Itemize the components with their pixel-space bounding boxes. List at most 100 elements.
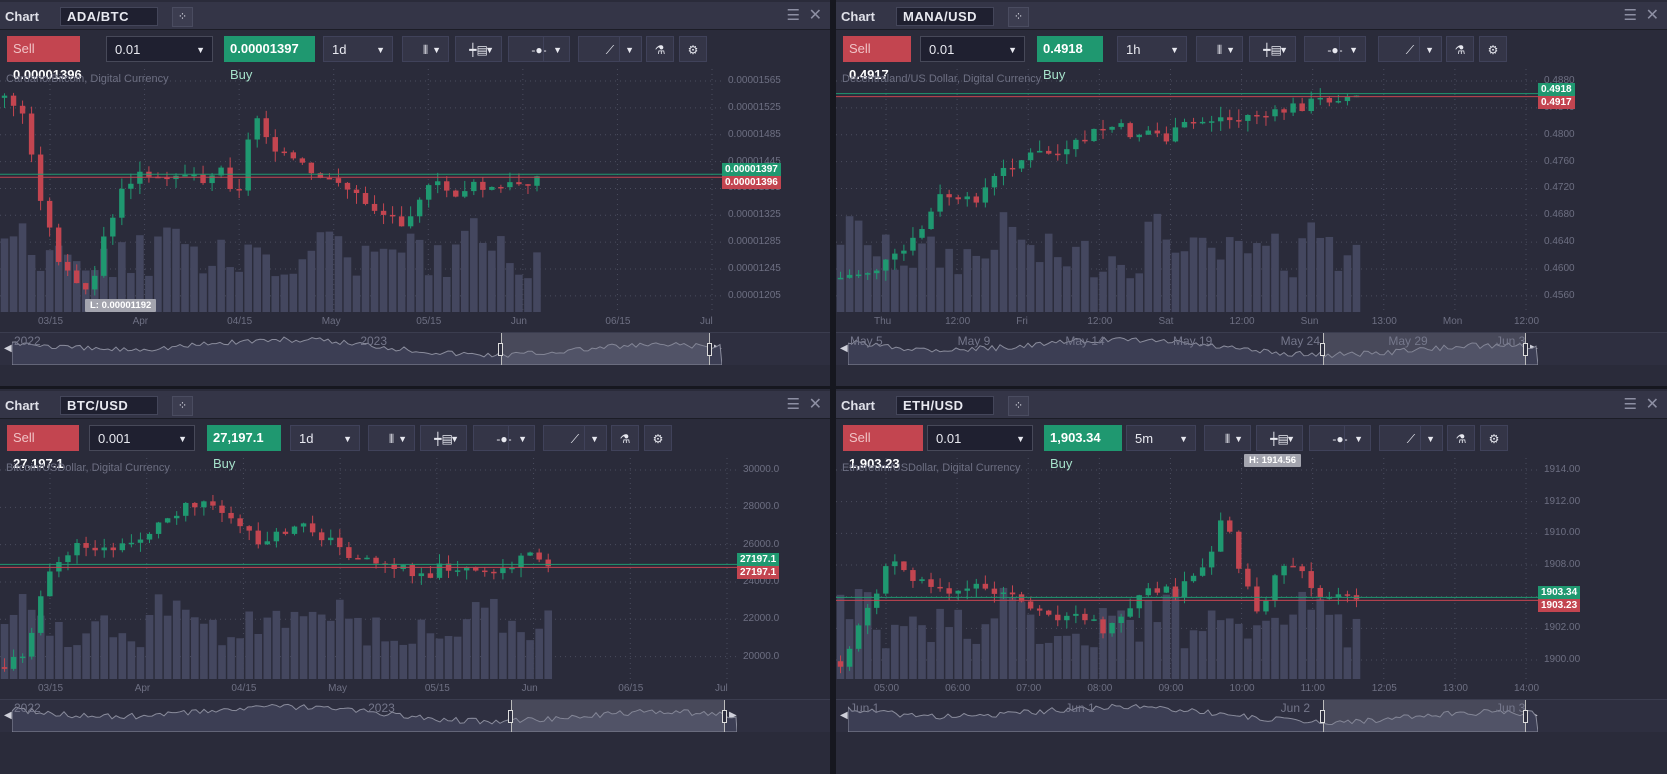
navigator-handle[interactable] <box>498 343 503 356</box>
timeline-button[interactable]: -●- ▼ <box>1309 425 1371 451</box>
studies-button[interactable]: ⚗ <box>646 36 674 62</box>
volume-bar <box>100 615 109 679</box>
volume-bar <box>289 273 298 312</box>
nav-scroll-left-icon[interactable]: ◀ <box>4 710 12 721</box>
sell-button[interactable]: Sell 1,903.23 <box>843 425 923 471</box>
drawing-tool-button[interactable]: ⟋ ▼ <box>1378 36 1442 62</box>
candle-body <box>444 181 450 191</box>
drawing-tool-button[interactable]: ⟋ ▼ <box>1379 425 1443 451</box>
navigator-handle[interactable] <box>1523 343 1528 356</box>
indicators-button[interactable]: ┿▤ ▼ <box>420 425 467 451</box>
timeline-button[interactable]: -●- ▼ <box>1304 36 1366 62</box>
close-icon[interactable]: ✕ <box>809 7 822 25</box>
settings-button[interactable]: ⚙ <box>644 425 672 451</box>
candle-body <box>489 186 495 190</box>
chart-type-button[interactable]: ⫴ ▼ <box>368 425 415 451</box>
chart-type-button[interactable]: ⫴ ▼ <box>402 36 449 62</box>
navigator-window[interactable] <box>501 333 710 365</box>
timeframe-select[interactable]: 5m ▼ <box>1126 425 1196 451</box>
close-icon[interactable]: ✕ <box>1646 7 1659 25</box>
navigator-handle[interactable] <box>1320 343 1325 356</box>
link-group-icon[interactable]: ⁘ <box>172 396 193 416</box>
close-icon[interactable]: ✕ <box>1646 396 1659 414</box>
quantity-select[interactable]: 0.01 ▼ <box>927 425 1033 451</box>
instrument-description: Bitcoin/USDollar, Digital Currency <box>6 462 170 474</box>
sell-label: Sell <box>849 41 871 56</box>
symbol-input[interactable]: ADA/BTC <box>60 7 158 26</box>
indicators-button[interactable]: ┿▤ ▼ <box>1256 425 1303 451</box>
indicators-button[interactable]: ┿▤ ▼ <box>455 36 502 62</box>
volume-bar <box>1072 633 1080 679</box>
chart-area[interactable]: Ethereum/USDollar, Digital Currency 1914… <box>836 454 1667 774</box>
chart-area[interactable]: Bitcoin/USDollar, Digital Currency 30000… <box>0 458 830 774</box>
time-navigator[interactable]: ◀▶May 5May 9May 14May 19May 24May 29Jun … <box>836 332 1667 365</box>
link-group-icon[interactable]: ⁘ <box>172 7 193 27</box>
studies-button[interactable]: ⚗ <box>1447 425 1475 451</box>
x-axis-label: Sat <box>1158 316 1174 327</box>
panel-toolbar: Sell 27,197.1 0.001 ▼ 27,197.1 Buy 1d ▼ ⫴ ▼… <box>0 420 830 471</box>
volume-bar <box>544 610 553 679</box>
timeframe-select[interactable]: 1d ▼ <box>323 36 393 62</box>
volume-bar <box>281 627 290 679</box>
hamburger-icon[interactable]: ☰ <box>1624 397 1637 413</box>
settings-button[interactable]: ⚙ <box>1480 425 1508 451</box>
quantity-select[interactable]: 0.01 ▼ <box>920 36 1025 62</box>
volume-bar <box>999 212 1008 312</box>
studies-button[interactable]: ⚗ <box>611 425 639 451</box>
candle-body <box>1281 565 1287 576</box>
chart-area[interactable]: Decentraland/US Dollar, Digital Currency… <box>836 69 1667 386</box>
nav-scroll-left-icon[interactable]: ◀ <box>840 710 848 721</box>
quantity-select[interactable]: 0.001 ▼ <box>89 425 195 451</box>
hamburger-icon[interactable]: ☰ <box>1624 8 1637 24</box>
volume-bar <box>354 617 362 679</box>
close-icon[interactable]: ✕ <box>809 396 822 414</box>
navigator-handle[interactable] <box>508 710 513 723</box>
symbol-input[interactable]: BTC/USD <box>60 396 158 415</box>
navigator-handle[interactable] <box>1320 710 1325 723</box>
drawing-tool-button[interactable]: ⟋ ▼ <box>543 425 607 451</box>
hamburger-icon[interactable]: ☰ <box>787 8 800 24</box>
volume-bar <box>109 637 118 679</box>
symbol-input[interactable]: ETH/USD <box>896 396 994 415</box>
navigator-handle[interactable] <box>707 343 712 356</box>
gear-icon: ⚙ <box>687 43 699 57</box>
volume-bar <box>945 627 953 679</box>
hamburger-icon[interactable]: ☰ <box>787 397 800 413</box>
time-navigator[interactable]: ◀▶20222023 <box>0 699 830 732</box>
buy-button[interactable]: 0.4918 Buy <box>1037 36 1103 82</box>
link-group-icon[interactable]: ⁘ <box>1008 396 1029 416</box>
settings-button[interactable]: ⚙ <box>1479 36 1507 62</box>
timeframe-select[interactable]: 1h ▼ <box>1117 36 1187 62</box>
navigator-window[interactable] <box>1323 333 1526 365</box>
sell-button[interactable]: Sell 0.4917 <box>843 36 911 82</box>
symbol-input[interactable]: MANA/USD <box>896 7 994 26</box>
volume-bar <box>1334 614 1343 679</box>
timeline-button[interactable]: -●- ▼ <box>508 36 570 62</box>
nav-scroll-left-icon[interactable]: ◀ <box>840 343 848 354</box>
drawing-tool-button[interactable]: ⟋ ▼ <box>578 36 642 62</box>
navigator-window[interactable] <box>511 700 725 732</box>
sell-button[interactable]: Sell 0.00001396 <box>7 36 82 82</box>
nav-scroll-left-icon[interactable]: ◀ <box>4 343 12 354</box>
navigator-handle[interactable] <box>722 710 727 723</box>
quantity-select[interactable]: 0.01 ▼ <box>106 36 213 62</box>
studies-button[interactable]: ⚗ <box>1446 36 1474 62</box>
chart-type-button[interactable]: ⫴ ▼ <box>1196 36 1243 62</box>
indicators-button[interactable]: ┿▤ ▼ <box>1249 36 1296 62</box>
chart-area[interactable]: Cardano/Bitcoin, Digital Currency 0.0000… <box>0 69 830 386</box>
time-navigator[interactable]: ◀▶Jun 1Jun 1Jun 2Jun 3 <box>836 699 1667 732</box>
time-navigator[interactable]: ◀▶20222023 <box>0 332 830 365</box>
buy-button[interactable]: 1,903.34 Buy <box>1044 425 1122 471</box>
chevron-down-icon: ▼ <box>518 434 527 444</box>
sell-button[interactable]: Sell 27,197.1 <box>7 425 79 471</box>
buy-button[interactable]: 0.00001397 Buy <box>224 36 315 82</box>
chart-type-button[interactable]: ⫴ ▼ <box>1204 425 1251 451</box>
navigator-handle[interactable] <box>1523 710 1528 723</box>
settings-button[interactable]: ⚙ <box>679 36 707 62</box>
volume-bar <box>945 248 953 312</box>
buy-button[interactable]: 27,197.1 Buy <box>207 425 281 471</box>
navigator-window[interactable] <box>1323 700 1526 732</box>
timeframe-select[interactable]: 1d ▼ <box>290 425 360 451</box>
timeline-button[interactable]: -●- ▼ <box>473 425 535 451</box>
link-group-icon[interactable]: ⁘ <box>1008 7 1029 27</box>
